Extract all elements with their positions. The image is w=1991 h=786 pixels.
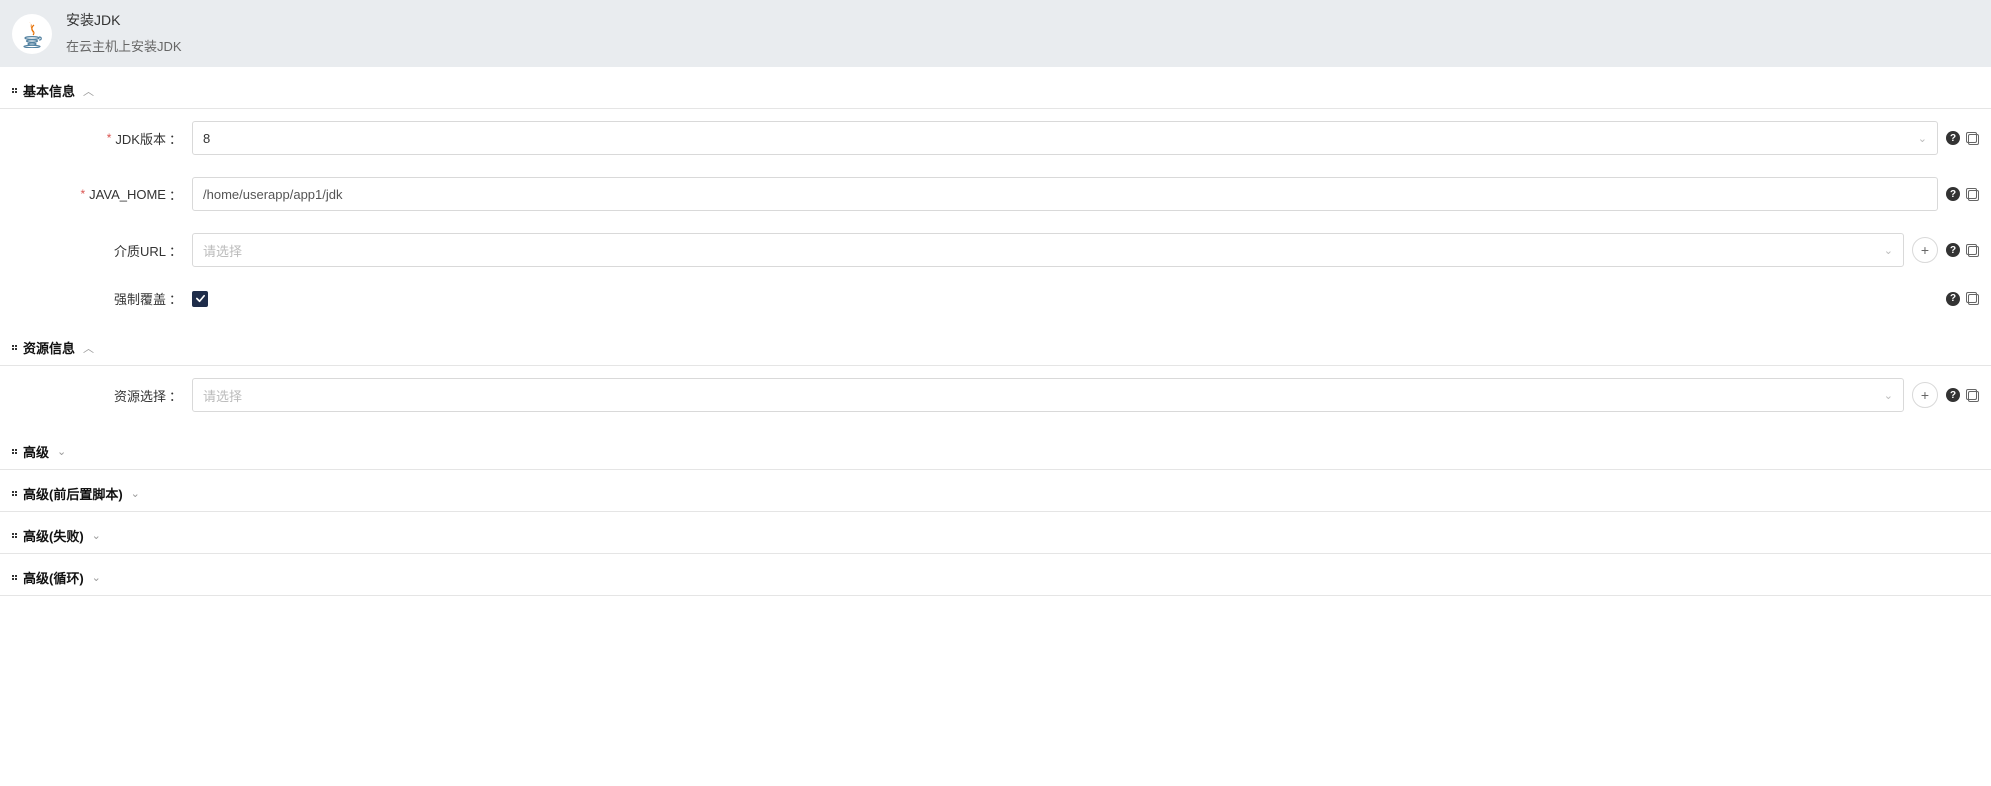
label-force-overwrite: 强制覆盖 [114, 289, 166, 308]
media-url-select[interactable]: 请选择 ⌄ [192, 233, 1904, 267]
add-resource-button[interactable]: + [1912, 382, 1938, 408]
copy-icon[interactable] [1966, 188, 1979, 201]
help-icon[interactable]: ? [1946, 187, 1960, 201]
check-icon [195, 293, 206, 304]
section-advanced-scripts-header[interactable]: 高级(前后置脚本) ⌄ [0, 470, 1991, 512]
drag-handle-icon [12, 88, 17, 93]
section-advanced-loop-title: 高级(循环) [23, 568, 84, 587]
required-star: * [80, 187, 85, 201]
chevron-down-icon: ⌄ [57, 445, 66, 458]
add-media-url-button[interactable]: + [1912, 237, 1938, 263]
section-advanced-fail-title: 高级(失败) [23, 526, 84, 545]
java-home-input[interactable] [192, 177, 1938, 211]
help-icon[interactable]: ? [1946, 243, 1960, 257]
jdk-version-value: 8 [203, 131, 1912, 146]
chevron-down-icon: ⌄ [92, 571, 101, 584]
section-advanced-fail-header[interactable]: 高级(失败) ⌄ [0, 512, 1991, 554]
section-basic-title: 基本信息 [23, 81, 75, 100]
label-java-home: JAVA_HOME [89, 187, 166, 202]
java-home-field[interactable] [203, 187, 1927, 202]
drag-handle-icon [12, 491, 17, 496]
chevron-down-icon: ⌄ [1884, 244, 1893, 257]
resource-select[interactable]: 请选择 ⌄ [192, 378, 1904, 412]
drag-handle-icon [12, 449, 17, 454]
drag-handle-icon [12, 345, 17, 350]
chevron-up-icon: ︿ [83, 83, 94, 99]
page-subtitle: 在云主机上安装JDK [66, 36, 182, 55]
media-url-placeholder: 请选择 [203, 241, 1878, 260]
label-resource-select: 资源选择 [114, 386, 166, 405]
drag-handle-icon [12, 533, 17, 538]
section-basic-header[interactable]: 基本信息 ︿ [0, 67, 1991, 109]
copy-icon[interactable] [1966, 389, 1979, 402]
section-advanced-scripts-title: 高级(前后置脚本) [23, 484, 123, 503]
section-resource-body: 资源选择 ： 请选择 ⌄ + ? [0, 366, 1991, 428]
section-advanced-loop-header[interactable]: 高级(循环) ⌄ [0, 554, 1991, 596]
force-overwrite-checkbox[interactable] [192, 291, 208, 307]
label-jdk-version: JDK版本 [115, 129, 166, 148]
section-resource-title: 资源信息 [23, 338, 75, 357]
section-advanced-header[interactable]: 高级 ⌄ [0, 428, 1991, 470]
java-icon [12, 14, 52, 54]
help-icon[interactable]: ? [1946, 388, 1960, 402]
required-star: * [107, 131, 112, 145]
section-basic-body: * JDK版本 ： 8 ⌄ ? * JAVA_HOME ： [0, 109, 1991, 324]
chevron-down-icon: ⌄ [92, 529, 101, 542]
jdk-version-select[interactable]: 8 ⌄ [192, 121, 1938, 155]
page-title: 安装JDK [66, 10, 182, 30]
chevron-up-icon: ︿ [83, 340, 94, 356]
help-icon[interactable]: ? [1946, 292, 1960, 306]
drag-handle-icon [12, 575, 17, 580]
chevron-down-icon: ⌄ [1884, 389, 1893, 402]
label-media-url: 介质URL [114, 241, 166, 260]
copy-icon[interactable] [1966, 244, 1979, 257]
chevron-down-icon: ⌄ [131, 487, 140, 500]
chevron-down-icon: ⌄ [1918, 132, 1927, 145]
resource-select-placeholder: 请选择 [203, 386, 1878, 405]
help-icon[interactable]: ? [1946, 131, 1960, 145]
section-resource-header[interactable]: 资源信息 ︿ [0, 324, 1991, 366]
copy-icon[interactable] [1966, 292, 1979, 305]
section-advanced-title: 高级 [23, 442, 49, 461]
copy-icon[interactable] [1966, 132, 1979, 145]
page-header: 安装JDK 在云主机上安装JDK [0, 0, 1991, 67]
